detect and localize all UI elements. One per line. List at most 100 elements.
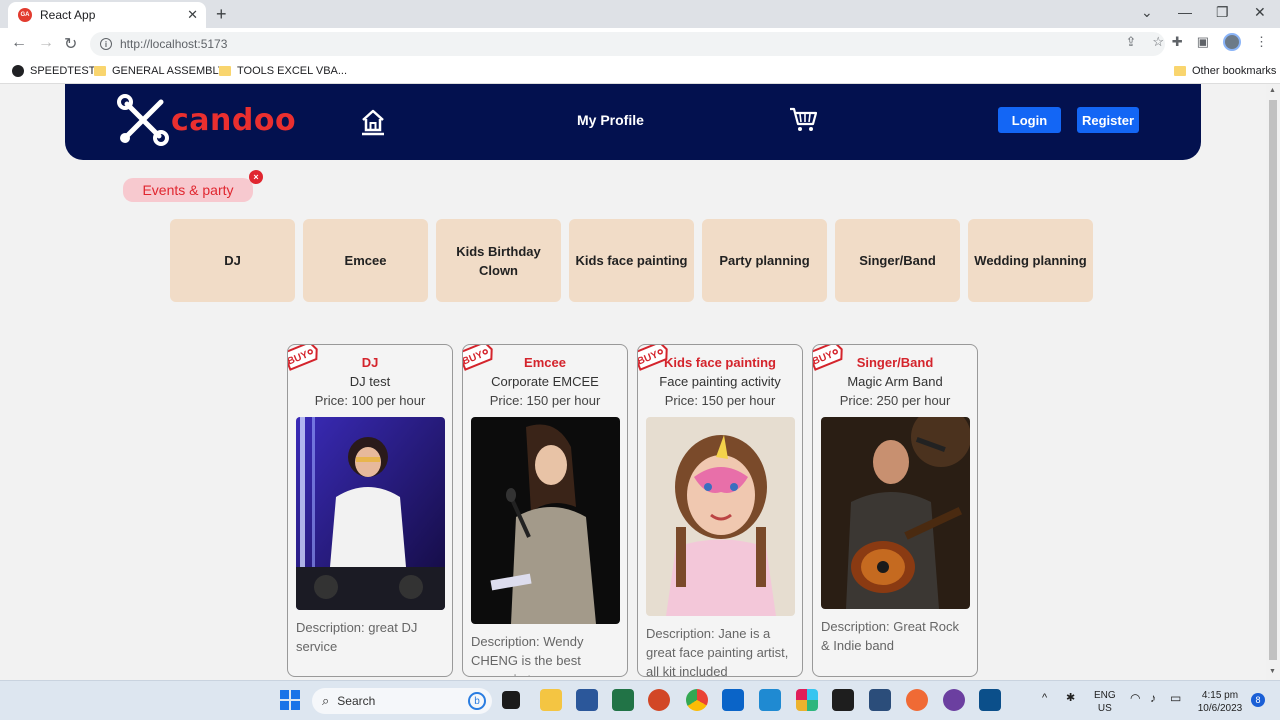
excel-icon[interactable] (612, 689, 634, 711)
url-text: http://localhost:5173 (120, 37, 228, 51)
other-bookmarks[interactable]: Other bookmarks (1174, 65, 1276, 77)
bookmarks-bar: SPEEDTEST GENERAL ASSEMBLY TOOLS EXCEL V… (0, 60, 1280, 84)
subcategory-party-planning[interactable]: Party planning (702, 219, 827, 302)
login-button[interactable]: Login (998, 107, 1061, 133)
page-content: candoo My Profile Login Register Events … (0, 84, 1266, 680)
tools-logo-icon (117, 94, 169, 146)
home-icon[interactable] (361, 108, 385, 136)
github-desktop-icon[interactable] (943, 689, 965, 711)
logo-text: candoo (171, 102, 297, 138)
buy-tag-icon[interactable]: BUY (462, 344, 499, 377)
side-panel-icon[interactable]: ▣ (1197, 34, 1209, 50)
app-grid-icon[interactable] (832, 689, 854, 711)
listing-title: Face painting activity (659, 374, 781, 389)
tab-search-icon[interactable]: ⌄ (1141, 4, 1153, 21)
word-icon[interactable] (576, 689, 598, 711)
buy-tag-icon[interactable]: BUY (637, 344, 674, 377)
task-view-icon[interactable] (502, 691, 520, 709)
bookmark-tools-excel[interactable]: TOOLS EXCEL VBA... (219, 65, 347, 77)
taskbar-search-label: Search (337, 694, 376, 708)
volume-icon[interactable]: ♪ (1150, 692, 1156, 705)
chrome-menu-icon[interactable]: ⋮ (1255, 34, 1268, 50)
subcategory-singer-band[interactable]: Singer/Band (835, 219, 960, 302)
category-filter-chip[interactable]: Events & party (123, 178, 253, 202)
powerpoint-icon[interactable] (648, 689, 670, 711)
listing-image-face-painting (645, 417, 795, 616)
subcategory-wedding-planning[interactable]: Wedding planning (968, 219, 1093, 302)
scroll-down-icon[interactable]: ▼ (1269, 668, 1276, 675)
page-scrollbar[interactable]: ▲ ▼ (1266, 84, 1280, 680)
url-field[interactable]: i http://localhost:5173 (90, 32, 1165, 56)
windows-taskbar: ⌕ Search b ^ ✱ ENG US ◠ ♪ ▭ 4:15 pm 10/6… (0, 680, 1280, 720)
subcategory-kids-birthday-clown[interactable]: Kids Birthday Clown (436, 219, 561, 302)
outlook-icon[interactable] (722, 689, 744, 711)
bookmark-general-assembly[interactable]: GENERAL ASSEMBLY (94, 65, 225, 77)
browser-tab[interactable]: GA React App ✕ (8, 2, 206, 28)
postman-icon[interactable] (906, 689, 928, 711)
slack-tray-icon[interactable]: ✱ (1066, 692, 1075, 705)
bookmark-star-icon[interactable]: ☆ (1152, 34, 1164, 50)
remove-filter-icon[interactable]: × (249, 170, 263, 184)
wifi-icon[interactable]: ◠ (1130, 692, 1140, 705)
minimize-icon[interactable]: — (1178, 4, 1192, 20)
vscode-icon[interactable] (759, 689, 781, 711)
listing-card[interactable]: BUY Emcee Corporate EMCEE Price: 150 per… (462, 344, 628, 677)
chrome-icon[interactable] (686, 689, 708, 711)
folder-icon (94, 66, 106, 76)
subcategory-kids-face-painting[interactable]: Kids face painting (569, 219, 694, 302)
language-line1: ENG (1094, 690, 1116, 701)
maximize-icon[interactable]: ❐ (1216, 4, 1229, 21)
buy-tag-icon[interactable]: BUY (287, 344, 324, 377)
listing-card[interactable]: BUY Kids face painting Face painting act… (637, 344, 803, 677)
subcategory-row: DJ Emcee Kids Birthday Clown Kids face p… (170, 219, 1093, 302)
listing-image-dj (295, 417, 445, 610)
windows-start-icon[interactable] (279, 689, 301, 711)
tab-close-icon[interactable]: ✕ (187, 7, 198, 23)
notification-badge[interactable]: 8 (1251, 693, 1265, 707)
cart-icon[interactable] (789, 106, 817, 132)
subcategory-dj[interactable]: DJ (170, 219, 295, 302)
close-window-icon[interactable]: ✕ (1254, 4, 1266, 21)
slack-icon[interactable] (796, 689, 818, 711)
listing-card[interactable]: BUY Singer/Band Magic Arm Band Price: 25… (812, 344, 978, 677)
other-bookmarks-label: Other bookmarks (1192, 65, 1277, 77)
subcategory-emcee[interactable]: Emcee (303, 219, 428, 302)
forward-icon[interactable]: → (38, 34, 54, 52)
listing-title: Corporate EMCEE (491, 374, 599, 389)
clock[interactable]: 4:15 pm 10/6/2023 (1196, 689, 1244, 715)
scroll-thumb[interactable] (1269, 100, 1277, 660)
back-icon[interactable]: ← (11, 34, 27, 52)
language-line2: US (1097, 703, 1112, 714)
app-icon[interactable] (869, 689, 891, 711)
candoo-logo[interactable]: candoo (117, 94, 296, 146)
reload-icon[interactable]: ↻ (64, 34, 77, 54)
bookmark-speedtest[interactable]: SPEEDTEST (12, 65, 95, 77)
show-hidden-icons-icon[interactable]: ^ (1042, 692, 1047, 705)
buy-tag-icon[interactable]: BUY (812, 344, 849, 377)
tab-title: React App (40, 8, 96, 22)
listing-title: DJ test (349, 374, 391, 389)
site-info-icon[interactable]: i (100, 38, 112, 50)
browser-tab-bar: GA React App ✕ + ⌄ — ❐ ✕ (0, 0, 1280, 28)
bookmark-label: GENERAL ASSEMBLY (112, 65, 226, 77)
listing-description: Description: Wendy CHENG is the best emc… (471, 634, 584, 676)
speedtest-icon (12, 65, 24, 77)
language-indicator[interactable]: ENG US (1094, 689, 1116, 715)
extensions-icon[interactable]: ✚ (1172, 34, 1183, 50)
new-tab-icon[interactable]: + (216, 4, 227, 25)
share-icon[interactable]: ⇪ (1125, 34, 1136, 50)
profile-avatar[interactable] (1223, 33, 1241, 51)
file-explorer-icon[interactable] (540, 689, 562, 711)
register-button[interactable]: Register (1077, 107, 1139, 133)
bookmark-label: SPEEDTEST (30, 65, 96, 77)
listing-card[interactable]: BUY DJ DJ test Price: 100 per hour Descr… (287, 344, 453, 677)
pdf-app-icon[interactable] (979, 689, 1001, 711)
taskbar-search[interactable]: ⌕ Search b (312, 688, 492, 714)
folder-icon (219, 66, 231, 76)
listing-image-emcee (470, 417, 620, 624)
scroll-up-icon[interactable]: ▲ (1269, 87, 1276, 94)
my-profile-link[interactable]: My Profile (577, 112, 644, 128)
listing-cards: BUY DJ DJ test Price: 100 per hour Descr… (287, 344, 978, 677)
battery-icon[interactable]: ▭ (1170, 692, 1181, 705)
bing-icon[interactable]: b (468, 692, 486, 710)
